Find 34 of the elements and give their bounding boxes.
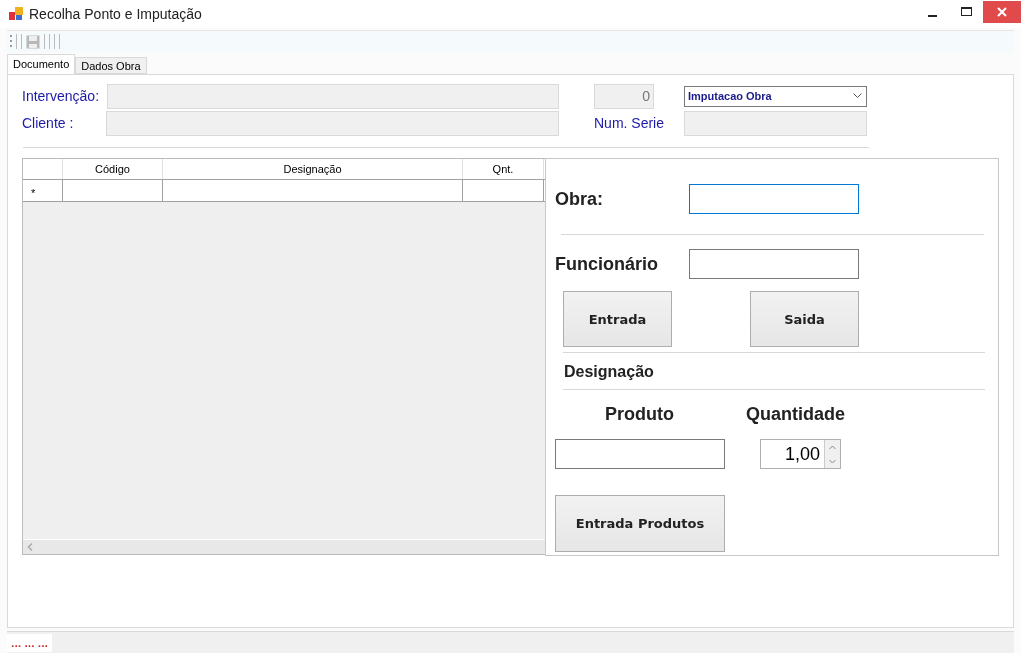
column-header[interactable]: Designação: [163, 159, 463, 179]
client-field[interactable]: [106, 110, 559, 136]
new-row-marker: *: [31, 186, 36, 199]
number-field[interactable]: 0: [594, 83, 654, 109]
field-label: Num. Serie: [594, 115, 666, 131]
column-header[interactable]: Código: [63, 159, 163, 179]
field-label: Cliente :: [22, 115, 75, 131]
tab[interactable]: Dados Obra: [75, 57, 147, 74]
chevron-icon: [853, 93, 862, 99]
column-header[interactable]: Qnt.: [463, 159, 544, 179]
app-icon: [9, 7, 23, 21]
horizontal-scrollbar[interactable]: [23, 539, 545, 554]
product-field[interactable]: [555, 439, 725, 469]
close-icon: [997, 7, 1007, 17]
tab[interactable]: Documento: [7, 54, 76, 74]
type-dropdown[interactable]: Imputacao Obra: [684, 85, 867, 107]
field-label: Intervenção:: [22, 88, 101, 104]
entry-button[interactable]: Entrada: [563, 291, 672, 347]
maximize-icon: [960, 7, 972, 17]
submit-products-button[interactable]: Entrada Produtos: [555, 495, 725, 552]
intervention-field[interactable]: [107, 83, 559, 109]
obra-label: Obra:: [555, 188, 604, 210]
status-text: ... ... ...: [7, 633, 53, 652]
exit-button[interactable]: Saida: [750, 291, 859, 347]
employee-field[interactable]: [689, 249, 859, 279]
serial-field[interactable]: [684, 110, 867, 136]
minimize-icon: [927, 14, 937, 17]
section-heading: Designação: [564, 363, 655, 381]
quantity-spinner[interactable]: 1,00: [760, 439, 841, 469]
employee-label: Funcionário: [555, 253, 659, 275]
quantity-label: Quantidade: [746, 404, 845, 425]
product-label: Produto: [604, 404, 675, 425]
obra-field[interactable]: [689, 184, 859, 214]
window-title: Recolha Ponto e Imputação: [29, 6, 203, 22]
